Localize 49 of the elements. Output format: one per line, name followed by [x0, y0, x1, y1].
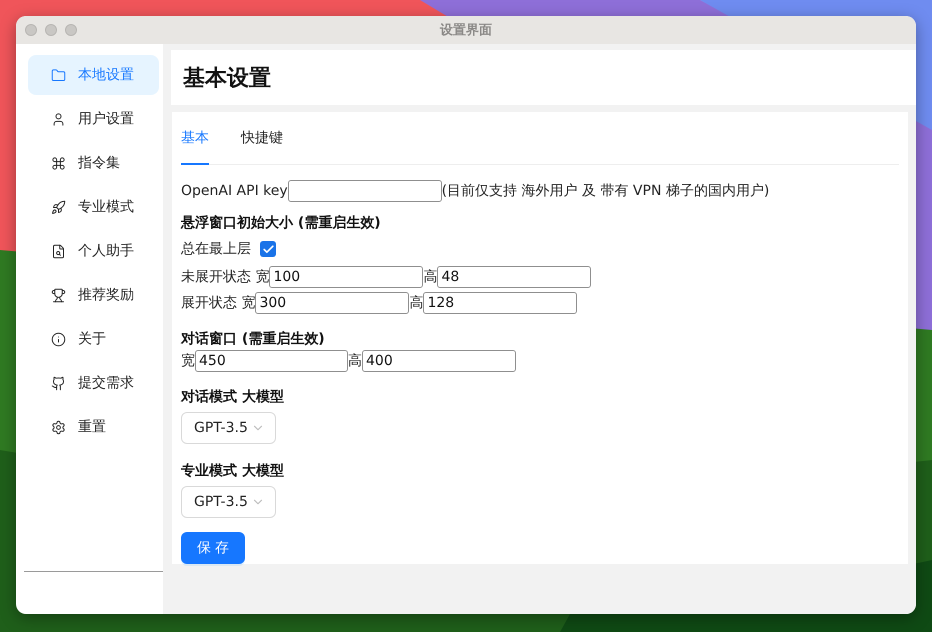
width-field[interactable]: 300	[255, 292, 410, 314]
field-label: 高	[348, 352, 362, 370]
api-key-field[interactable]	[288, 180, 442, 202]
height-field[interactable]: 48	[437, 266, 592, 288]
rocket-icon	[51, 200, 66, 214]
field-label: 高	[423, 268, 438, 286]
minimize-button[interactable]	[45, 24, 57, 36]
field-note: (目前仅支持 海外用户 及 带有 VPN 梯子的国内用户)	[442, 182, 770, 200]
field-label: 宽	[181, 352, 195, 370]
checkbox[interactable]	[260, 241, 276, 257]
sidebar-item[interactable]: 推荐奖励	[28, 275, 159, 315]
zoom-button[interactable]	[65, 24, 77, 36]
height-field[interactable]: 400	[362, 350, 516, 372]
page-title: 基本设置	[183, 64, 271, 92]
height-field[interactable]: 128	[423, 292, 578, 314]
sidebar-item[interactable]: 重置	[28, 407, 159, 447]
section-title: 对话窗口 (需重启生效)	[181, 330, 326, 348]
field-label: 高	[409, 294, 424, 312]
model-select[interactable]: GPT-3.5	[181, 412, 276, 444]
sidebar-item[interactable]: 提交需求	[28, 363, 159, 403]
sidebar-item[interactable]: 本地设置	[28, 55, 159, 95]
sidebar-item[interactable]: 关于	[28, 319, 159, 359]
trophy-icon	[51, 288, 66, 302]
section-title: 对话模式 大模型	[181, 388, 285, 406]
info-icon	[51, 332, 66, 346]
field-label: 展开状态 宽	[181, 294, 256, 312]
tab[interactable]: 基本	[181, 112, 209, 165]
section-title: 专业模式 大模型	[181, 462, 285, 480]
tab[interactable]: 快捷键	[241, 112, 283, 165]
section-title: 悬浮窗口初始大小 (需重启生效)	[181, 214, 382, 232]
settings-icon	[51, 420, 66, 434]
sidebar-item[interactable]: 个人助手	[28, 231, 159, 271]
checkbox-label: 总在最上层	[181, 240, 251, 258]
field-label: OpenAI API key	[181, 183, 288, 199]
document-search-icon	[51, 244, 66, 258]
width-field[interactable]: 450	[195, 350, 348, 372]
github-icon	[51, 376, 66, 390]
save-button[interactable]: 保 存	[181, 532, 245, 564]
model-select[interactable]: GPT-3.5	[181, 486, 276, 518]
field-label: 未展开状态 宽	[181, 268, 270, 286]
close-button[interactable]	[25, 24, 37, 36]
window-title: 设置界面	[440, 22, 492, 39]
command-icon	[51, 156, 66, 170]
sidebar-item[interactable]: 指令集	[28, 143, 159, 183]
folder-icon	[51, 68, 66, 82]
user-icon	[51, 112, 66, 126]
sidebar-item[interactable]: 用户设置	[28, 99, 159, 139]
sidebar-item[interactable]: 专业模式	[28, 187, 159, 227]
width-field[interactable]: 100	[269, 266, 424, 288]
